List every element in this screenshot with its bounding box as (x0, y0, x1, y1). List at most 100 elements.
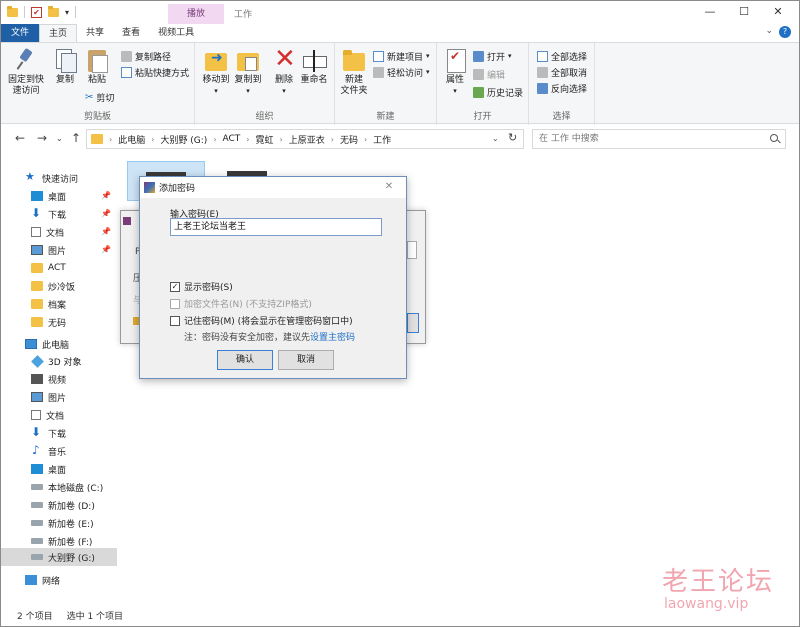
up-arrow-icon[interactable]: ↑ (71, 131, 81, 145)
help-icon[interactable]: ? (779, 26, 791, 38)
password-input[interactable]: 上老王论坛当老王 (170, 218, 382, 236)
pin-icon: 📌 (101, 191, 111, 200)
collapse-ribbon-icon[interactable]: ⌄ (765, 26, 773, 36)
breadcrumb-item[interactable]: 上原亚衣 (289, 133, 325, 146)
tab-view[interactable]: 查看 (113, 24, 149, 42)
sidebar-item-quick-access[interactable]: 快速访问 (1, 169, 117, 187)
select-all-button[interactable]: 全部选择 (537, 49, 587, 63)
close-button[interactable]: ✕ (761, 1, 795, 23)
sidebar-item-drive-d[interactable]: 新加卷 (D:) (1, 496, 117, 514)
breadcrumb-item[interactable]: 工作 (373, 133, 391, 146)
sidebar-item-desktop-pc[interactable]: 桌面 (1, 460, 117, 478)
forward-arrow-icon[interactable]: → (37, 131, 47, 145)
address-bar[interactable]: › 此电脑 › 大别野 (G:) › ACT › 霓虹 › 上原亚衣 › 无码 … (86, 129, 524, 149)
new-folder-button[interactable]: 新建 文件夹 (339, 47, 369, 97)
sidebar-item-label: 音乐 (48, 447, 67, 458)
encrypt-filenames-checkbox[interactable]: 加密文件名(N) (不支持ZIP格式) (170, 297, 312, 310)
sidebar-item-act[interactable]: ACT (1, 259, 117, 277)
copy-button[interactable]: 复制 (51, 47, 79, 86)
sidebar-item-3d-objects[interactable]: 3D 对象 (1, 352, 117, 370)
sidebar-item-chaolengfan[interactable]: 炒冷饭 (1, 277, 117, 295)
sidebar-item-documents[interactable]: 文档 📌 (1, 223, 117, 241)
paste-button[interactable]: 粘贴 (83, 47, 111, 86)
pin-quick-access-button[interactable]: 固定到快 速访问 (7, 47, 45, 97)
tab-file[interactable]: 文件 (1, 24, 40, 42)
copy-path-button[interactable]: 复制路径 (121, 49, 171, 63)
tab-video-tools[interactable]: 视频工具 (149, 24, 203, 42)
sidebar-item-music[interactable]: 音乐 (1, 442, 117, 460)
cut-button[interactable]: ✂ 剪切 (85, 90, 114, 104)
properties-label: 属性 (445, 75, 464, 85)
refresh-icon[interactable]: ↻ (508, 131, 517, 144)
context-tab-play[interactable]: 播放 (168, 4, 224, 25)
rename-button[interactable]: 重命名 (299, 47, 329, 86)
easy-access-button[interactable]: 轻松访问 ▾ (373, 65, 430, 79)
sidebar-item-pictures[interactable]: 图片 📌 (1, 241, 117, 259)
document-icon (31, 227, 41, 237)
remember-password-checkbox[interactable]: 记住密码(M) (将会显示在管理密码窗口中) (170, 314, 353, 327)
sidebar-item-archive[interactable]: 档案 (1, 295, 117, 313)
search-icon (770, 134, 778, 142)
properties-check-icon[interactable]: ✔ (31, 6, 42, 18)
confirm-button[interactable]: 确认 (217, 350, 273, 370)
sidebar-item-pictures-pc[interactable]: 图片 (1, 388, 117, 406)
breadcrumb-item[interactable]: 霓虹 (256, 133, 274, 146)
back-arrow-icon[interactable]: ← (15, 131, 25, 145)
breadcrumb-separator: › (151, 134, 155, 144)
open-button[interactable]: 打开 ▾ (473, 49, 512, 63)
sidebar-item-downloads[interactable]: 下载 📌 (1, 205, 117, 223)
show-password-checkbox[interactable]: ✓ 显示密码(S) (170, 280, 233, 293)
cancel-button[interactable]: 取消 (278, 350, 334, 370)
delete-button[interactable]: 删除 ▾ (271, 45, 297, 97)
set-master-password-link[interactable]: 设置主密码 (310, 333, 355, 343)
encrypt-filenames-label: 加密文件名(N) (不支持ZIP格式) (184, 300, 312, 310)
paste-shortcut-button[interactable]: 粘贴快捷方式 (121, 65, 189, 79)
delete-dropdown-icon: ▾ (282, 87, 286, 95)
dialog-close-button[interactable]: ✕ (382, 180, 396, 194)
new-folder-icon[interactable] (48, 5, 59, 17)
breadcrumb-item[interactable]: 大别野 (G:) (160, 133, 207, 146)
picture-icon (31, 392, 43, 402)
qat-dropdown-icon[interactable]: ▾ (65, 8, 69, 17)
select-all-label: 全部选择 (551, 52, 588, 63)
sidebar-item-drive-c[interactable]: 本地磁盘 (C:) (1, 478, 117, 496)
minimize-button[interactable]: — (693, 1, 727, 23)
maximize-button[interactable]: ☐ (727, 1, 761, 23)
recent-dropdown-icon[interactable]: ⌄ (56, 134, 63, 143)
sidebar-item-label: 无码 (48, 318, 67, 329)
new-item-button[interactable]: 新建项目 ▾ (373, 49, 430, 63)
edit-button[interactable]: 编辑 (473, 67, 505, 81)
tab-share[interactable]: 共享 (77, 24, 113, 42)
sidebar-item-this-pc[interactable]: 此电脑 (1, 335, 117, 353)
dialog-title-bar: 添加密码 ✕ (140, 177, 406, 198)
properties-button[interactable]: 属性 ▾ (441, 47, 469, 97)
sidebar-item-documents-pc[interactable]: 文档 (1, 406, 117, 424)
sidebar-item-label: 视频 (48, 375, 67, 386)
address-dropdown-icon[interactable]: ⌄ (492, 134, 499, 143)
sidebar-item-drive-g[interactable]: 大别野 (G:) (1, 548, 117, 566)
folder-icon[interactable] (7, 5, 18, 17)
tab-home[interactable]: 主页 (39, 24, 78, 42)
history-button[interactable]: 历史记录 (473, 85, 523, 99)
sidebar-item-videos[interactable]: 视频 (1, 370, 117, 388)
select-none-button[interactable]: 全部取消 (537, 65, 587, 79)
move-to-button[interactable]: 移动到 ▾ (201, 47, 231, 97)
music-icon (31, 443, 43, 457)
sidebar-item-label: 新加卷 (E:) (48, 519, 94, 530)
copy-to-button[interactable]: 复制到 ▾ (233, 47, 263, 97)
delete-icon (271, 45, 297, 73)
breadcrumb-item[interactable]: 无码 (340, 133, 358, 146)
sidebar-item-downloads-pc[interactable]: 下载 (1, 424, 117, 442)
breadcrumb-item[interactable]: 此电脑 (118, 133, 145, 146)
search-input[interactable]: 在 工作 中搜索 (532, 129, 786, 149)
rename-icon (301, 47, 327, 73)
sidebar-item-desktop[interactable]: 桌面 📌 (1, 187, 117, 205)
easy-access-icon (373, 66, 384, 78)
breadcrumb-item[interactable]: ACT (223, 134, 241, 144)
invert-selection-button[interactable]: 反向选择 (537, 81, 587, 95)
new-item-label: 新建项目 (387, 52, 424, 63)
properties-icon (442, 47, 468, 73)
sidebar-item-wuma[interactable]: 无码 (1, 313, 117, 331)
sidebar-item-drive-e[interactable]: 新加卷 (E:) (1, 514, 117, 532)
sidebar-item-network[interactable]: 网络 (1, 571, 117, 589)
